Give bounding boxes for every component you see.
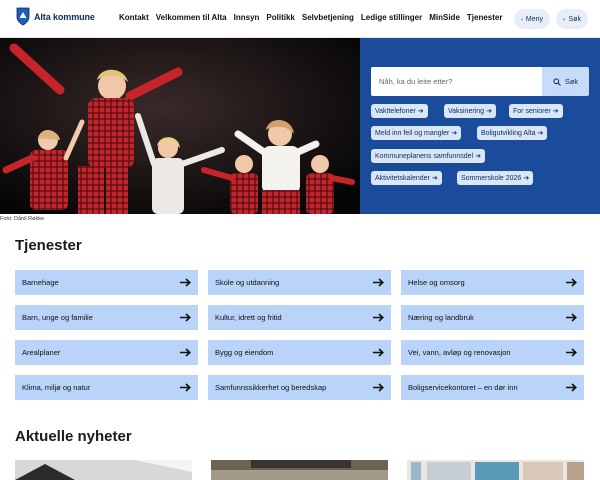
arrow-right-icon: [373, 383, 384, 392]
news-photo-3: [407, 460, 584, 480]
arrow-right-icon: [566, 313, 577, 322]
menu-label: Meny: [525, 15, 543, 23]
arrow-right-icon: ➔: [552, 108, 559, 115]
arrow-right-icon: [373, 278, 384, 287]
main-nav: Kontakt Velkommen til Alta Innsyn Politi…: [119, 13, 502, 22]
nav-innsyn[interactable]: Innsyn: [234, 13, 260, 22]
nav-tjenester[interactable]: Tjenester: [467, 13, 503, 22]
service-card-label: Barnehage: [22, 278, 59, 287]
hero: Søk Vakttelefoner➔ Vaksinering➔ For seni…: [0, 38, 600, 214]
search-icon: [553, 77, 561, 86]
arrow-right-icon: [180, 278, 191, 287]
service-card-label: Næring og landbruk: [408, 313, 474, 322]
service-card-label: Helse og omsorg: [408, 278, 465, 287]
nav-politikk[interactable]: Politikk: [266, 13, 294, 22]
search-label: Søk: [568, 15, 581, 23]
photo-caption: Foto: Dånil Røkke: [0, 216, 45, 222]
service-card[interactable]: Samfunnssikkerhet og beredskap: [208, 375, 391, 400]
quick-link-label: Vaksinering: [448, 107, 485, 115]
quick-link-vakttelefoner[interactable]: Vakttelefoner ➔: [371, 104, 428, 118]
service-card[interactable]: Kultur, idrett og fritid: [208, 305, 391, 330]
site-search-button-label: Søk: [564, 77, 579, 86]
news-photo-1: [15, 460, 192, 480]
service-card[interactable]: Arealplaner: [15, 340, 198, 365]
nav-kontakt[interactable]: Kontakt: [119, 13, 149, 22]
quick-link-label: Aktivitetskalender: [375, 174, 430, 182]
service-card-label: Skole og utdanning: [215, 278, 280, 287]
quick-link-for-seniorer[interactable]: For seniorer ➔: [509, 104, 563, 118]
service-card[interactable]: Vei, vann, avløp og renovasjon: [401, 340, 584, 365]
arrow-right-icon: [180, 313, 191, 322]
site-search-input[interactable]: [371, 67, 542, 96]
service-card-label: Boligservicekontoret – en dør inn: [408, 383, 518, 392]
news-card-image[interactable]: [15, 460, 192, 480]
arrow-right-icon: ➔: [486, 108, 492, 115]
arrow-right-icon: [566, 383, 577, 392]
nav-ledige-stillinger[interactable]: Ledige stillinger: [361, 13, 422, 22]
nav-selvbetjening[interactable]: Selvbetjening: [302, 13, 354, 22]
quick-link-kommuneplanens-samfunnsdel[interactable]: Kommuneplanens samfunnsdel ➔: [371, 149, 485, 163]
menu-button[interactable]: Meny: [514, 9, 550, 29]
service-card[interactable]: Boligservicekontoret – en dør inn: [401, 375, 584, 400]
service-card-label: Barn, unge og familie: [22, 313, 93, 322]
hero-photo: [0, 38, 360, 214]
service-card-label: Bygg og eiendom: [215, 348, 274, 357]
news-photo-2: [211, 460, 388, 480]
service-card[interactable]: Barn, unge og familie: [15, 305, 198, 330]
news-card-image[interactable]: [211, 460, 388, 480]
nav-minside[interactable]: MinSide: [429, 13, 460, 22]
quick-link-vaksinering[interactable]: Vaksinering ➔: [444, 104, 496, 118]
arrow-right-icon: ➔: [523, 175, 530, 182]
arrow-right-icon: [180, 348, 191, 357]
service-card-label: Vei, vann, avløp og renovasjon: [408, 348, 511, 357]
arrow-right-icon: ➔: [431, 175, 438, 182]
arrow-right-icon: ➔: [417, 108, 424, 115]
hamburger-icon: [521, 18, 523, 20]
arrow-right-icon: ➔: [475, 153, 481, 160]
arrow-right-icon: [373, 348, 384, 357]
quick-link-label: Kommuneplanens samfunnsdel: [375, 152, 474, 160]
arrow-right-icon: [180, 383, 191, 392]
quick-link-meld-inn-feil[interactable]: Meld inn feil og mangler ➔: [371, 126, 462, 140]
arrow-right-icon: [373, 313, 384, 322]
arrow-right-icon: [566, 348, 577, 357]
news-title: Aktuelle nyheter: [15, 428, 132, 445]
quick-link-label: Meld inn feil og mangler: [375, 129, 450, 137]
quick-link-label: Vakttelefoner: [375, 107, 416, 115]
service-card[interactable]: Barnehage: [15, 270, 198, 295]
quick-link-boligutvikling[interactable]: Boligutvikling Alta ➔: [477, 126, 548, 140]
header-search-button[interactable]: Søk: [556, 9, 588, 29]
services-title: Tjenester: [15, 237, 82, 254]
site-search: Søk: [371, 67, 589, 96]
arrow-right-icon: ➔: [451, 130, 458, 137]
site-header: Alta kommune Kontakt Velkommen til Alta …: [0, 0, 600, 38]
nav-velkommen[interactable]: Velkommen til Alta: [156, 13, 227, 22]
site-name: Alta kommune: [34, 11, 95, 22]
service-card-label: Klima, miljø og natur: [22, 383, 91, 392]
service-card[interactable]: Næring og landbruk: [401, 305, 584, 330]
service-card-label: Arealplaner: [22, 348, 61, 357]
quick-link-aktivitetskalender[interactable]: Aktivitetskalender ➔: [371, 171, 442, 185]
quick-link-label: Boligutvikling Alta: [481, 129, 536, 137]
service-card-label: Samfunnssikkerhet og beredskap: [215, 383, 327, 392]
arrow-right-icon: ➔: [537, 130, 544, 137]
dancing-children-illustration: [0, 38, 360, 214]
quick-link-sommerskole[interactable]: Sommerskole 2026 ➔: [457, 171, 534, 185]
service-card[interactable]: Klima, miljø og natur: [15, 375, 198, 400]
site-logo[interactable]: Alta kommune: [16, 7, 95, 26]
arrow-right-icon: [566, 278, 577, 287]
site-search-button[interactable]: Søk: [542, 67, 589, 96]
service-card[interactable]: Bygg og eiendom: [208, 340, 391, 365]
coat-of-arms-icon: [16, 7, 30, 26]
quick-link-label: Sommerskole 2026: [461, 174, 522, 182]
search-icon: [563, 17, 566, 21]
news-card-image[interactable]: [407, 460, 584, 480]
service-card-label: Kultur, idrett og fritid: [215, 313, 282, 322]
quick-link-label: For seniorer: [513, 107, 551, 115]
service-card[interactable]: Skole og utdanning: [208, 270, 391, 295]
hero-search-panel: Søk Vakttelefoner➔ Vaksinering➔ For seni…: [360, 38, 600, 214]
service-card[interactable]: Helse og omsorg: [401, 270, 584, 295]
